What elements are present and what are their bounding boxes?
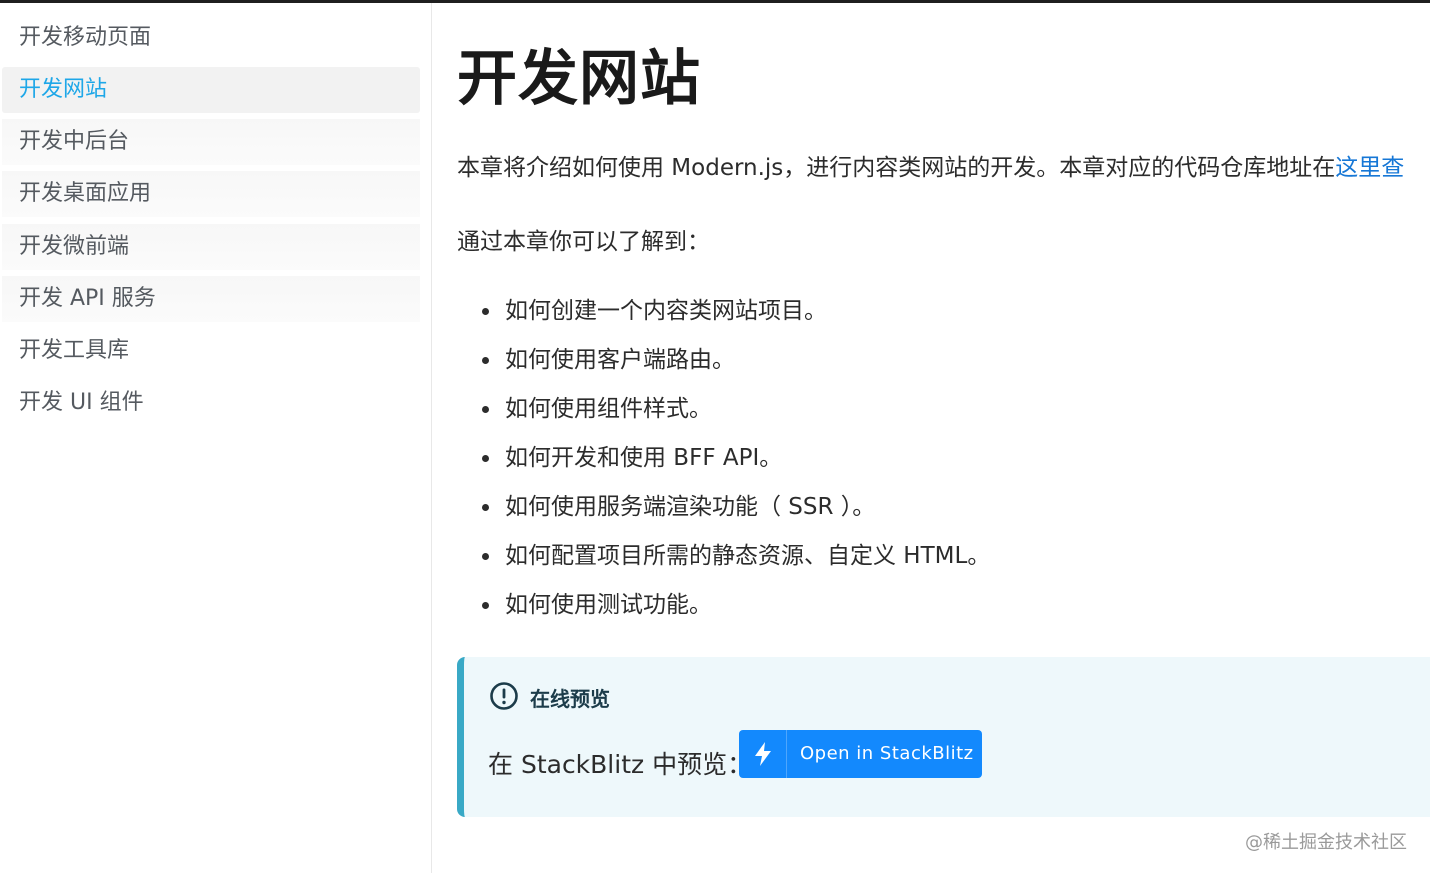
callout-title: 在线预览	[530, 687, 610, 711]
sidebar-nav: 开发移动页面 开发网站 开发中后台 开发桌面应用 开发微前端 开发 API 服务…	[0, 3, 432, 873]
online-preview-callout: 在线预览 在 StackBlitz 中预览： Open in StackBlit…	[457, 657, 1430, 817]
page-title: 开发网站	[457, 44, 701, 114]
list-item: 如何使用测试功能。	[457, 583, 990, 632]
learning-list: 如何创建一个内容类网站项目。 如何使用客户端路由。 如何使用组件样式。 如何开发…	[457, 289, 990, 632]
sidebar-item-tool-library[interactable]: 开发工具库	[2, 328, 420, 374]
list-item: 如何开发和使用 BFF API。	[457, 436, 990, 485]
intro-paragraph: 本章将介绍如何使用 Modern.js，进行内容类网站的开发。本章对应的代码仓库…	[457, 148, 1404, 182]
sidebar-item-ui-components[interactable]: 开发 UI 组件	[2, 380, 420, 426]
repo-link[interactable]: 这里查	[1335, 155, 1404, 181]
list-item: 如何使用服务端渲染功能（ SSR ）。	[457, 485, 990, 534]
lightning-bolt-icon	[739, 730, 787, 778]
callout-text: 在 StackBlitz 中预览：	[488, 750, 753, 779]
list-item: 如何使用客户端路由。	[457, 338, 990, 387]
open-in-stackblitz-button[interactable]: Open in StackBlitz	[739, 730, 982, 778]
sidebar-item-website[interactable]: 开发网站	[2, 67, 420, 113]
sidebar-item-api-service[interactable]: 开发 API 服务	[2, 276, 420, 322]
list-item: 如何配置项目所需的静态资源、自定义 HTML。	[457, 534, 990, 583]
sidebar-item-admin[interactable]: 开发中后台	[2, 119, 420, 165]
sidebar-item-desktop-app[interactable]: 开发桌面应用	[2, 171, 420, 217]
sidebar-item-micro-frontend[interactable]: 开发微前端	[2, 224, 420, 270]
sidebar-item-mobile-page[interactable]: 开发移动页面	[2, 15, 420, 61]
intro-text: 本章将介绍如何使用 Modern.js，进行内容类网站的开发。本章对应的代码仓库…	[457, 155, 1336, 181]
chapter-subtitle: 通过本章你可以了解到：	[457, 229, 710, 255]
exclamation-circle-icon	[489, 681, 519, 711]
list-item: 如何使用组件样式。	[457, 387, 990, 436]
watermark: @稀土掘金技术社区	[1245, 832, 1407, 853]
main-content: 开发网站 本章将介绍如何使用 Modern.js，进行内容类网站的开发。本章对应…	[457, 0, 1430, 873]
stackblitz-button-label: Open in StackBlitz	[800, 743, 974, 764]
list-item: 如何创建一个内容类网站项目。	[457, 289, 990, 338]
